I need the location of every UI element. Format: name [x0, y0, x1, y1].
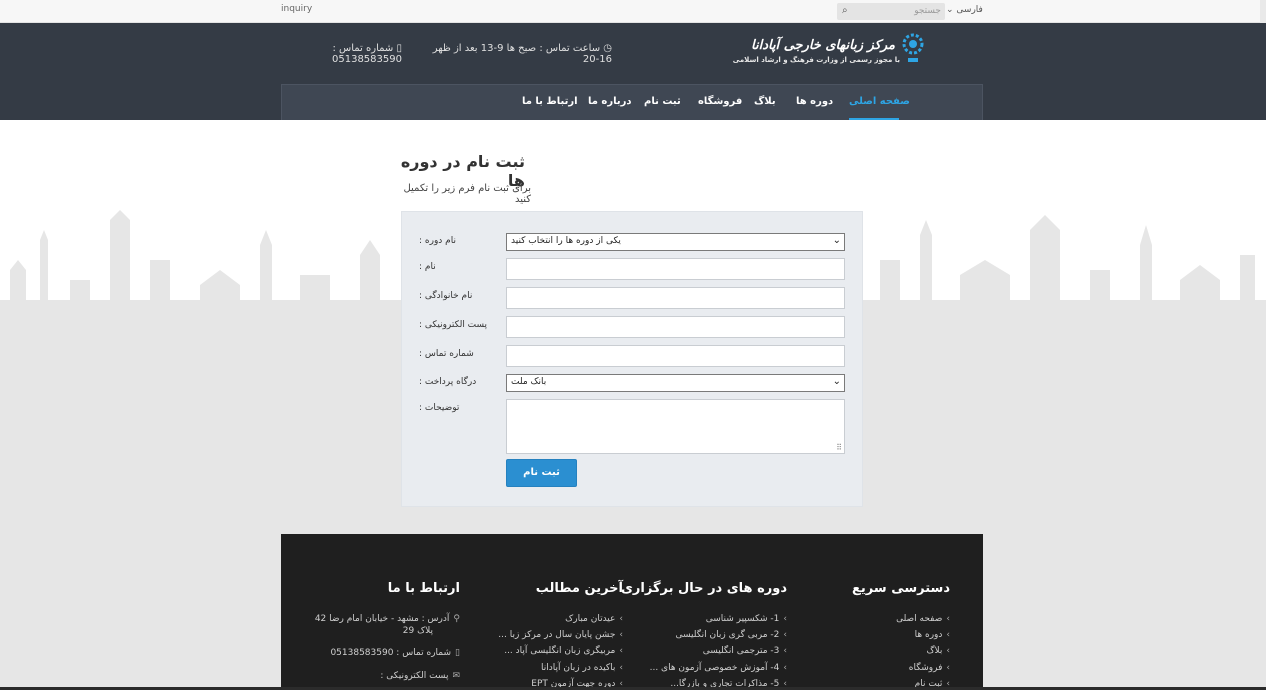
- footer-course-item[interactable]: ›1- شکسپیر شناسی: [706, 614, 787, 624]
- footer-course-item[interactable]: ›3- مترجمی انگلیسی: [703, 646, 787, 656]
- chevron-left-icon: ›: [619, 614, 623, 624]
- gateway-select-value: بانک ملت: [511, 377, 547, 387]
- name-label: نام :: [419, 262, 436, 272]
- mail-icon: ✉: [452, 671, 460, 681]
- footer-contact-title: ارتباط با ما: [387, 581, 460, 596]
- phone-text: شماره تماس : 05138583590: [332, 43, 402, 65]
- nav-blog[interactable]: بلاگ: [754, 96, 776, 107]
- resize-handle-icon[interactable]: ⠿: [836, 443, 842, 452]
- chevron-down-icon: ⌄: [832, 235, 841, 246]
- chevron-left-icon: ›: [783, 614, 787, 624]
- footer-courses-title: دوره های در حال برگزاری: [621, 581, 787, 596]
- chevron-down-icon: ⌄: [946, 5, 957, 15]
- scroll-edge: [1260, 0, 1266, 23]
- footer-phone: ▯شماره تماس : 05138583590: [330, 648, 460, 658]
- nav-home[interactable]: صفحه اصلی: [849, 96, 910, 107]
- contact-hours: ◷ ساعت تماس : صبح ها 9-13 بعد از ظهر 16-…: [430, 43, 612, 65]
- footer-latest-posts-title: آخرین مطالب: [535, 581, 623, 596]
- footer-post-item[interactable]: ›عیدتان مبارک: [565, 614, 623, 624]
- family-label: نام خانوادگی :: [419, 291, 473, 301]
- phone-label: شماره تماس :: [419, 349, 474, 359]
- nav-register[interactable]: ثبت نام: [644, 96, 681, 107]
- footer-link-shop[interactable]: ›فروشگاه: [909, 663, 950, 673]
- name-input[interactable]: [506, 258, 845, 280]
- chevron-left-icon: ›: [946, 646, 950, 656]
- course-select-value: یکی از دوره ها را انتخاب کنید: [511, 236, 621, 246]
- email-label: پست الکترونیکی :: [419, 320, 488, 330]
- course-label: نام دوره :: [419, 236, 456, 246]
- footer-address-line2: پلاک 29: [402, 626, 433, 636]
- chevron-left-icon: ›: [783, 630, 787, 640]
- footer-course-item[interactable]: ›4- آموزش خصوصی آزمون های ...: [650, 663, 787, 673]
- phone-icon: ▯: [396, 43, 402, 54]
- logo-title[interactable]: مرکز زبانهای خارجی آپادانا: [700, 38, 895, 53]
- search-input[interactable]: جستجو: [914, 6, 941, 16]
- footer-email: ✉پست الکترونیکی :: [380, 671, 460, 681]
- top-bar: inquiry ⌕ جستجو ⌄ فارسی: [0, 0, 1266, 23]
- registration-form: نام دوره : یکی از دوره ها را انتخاب کنید…: [401, 211, 863, 507]
- location-pin-icon: ⚲: [453, 614, 460, 624]
- footer-address: ⚲آدرس : مشهد - خیابان امام رضا 42: [314, 614, 460, 624]
- chevron-left-icon: ›: [619, 646, 623, 656]
- footer-post-item[interactable]: ›جشن پایان سال در مرکز زبا ...: [498, 630, 623, 640]
- hours-text: ساعت تماس : صبح ها 9-13 بعد از ظهر 16-20: [432, 43, 612, 65]
- footer-link-home[interactable]: ›صفحه اصلی: [896, 614, 950, 624]
- language-selector[interactable]: ⌄ فارسی: [946, 5, 983, 15]
- footer-post-item[interactable]: ›باکیده در زبان آپادانا: [541, 663, 623, 673]
- submit-button[interactable]: ثبت نام: [506, 459, 577, 487]
- footer-link-courses[interactable]: ›دوره ها: [915, 630, 950, 640]
- phone-input[interactable]: [506, 345, 845, 367]
- gateway-label: درگاه پرداخت :: [419, 377, 477, 387]
- chevron-down-icon: ⌄: [832, 376, 841, 387]
- notes-label: توضیحات :: [419, 403, 460, 413]
- search-box[interactable]: ⌕ جستجو: [837, 3, 945, 20]
- chevron-left-icon: ›: [946, 630, 950, 640]
- search-icon[interactable]: ⌕: [842, 5, 848, 16]
- chevron-left-icon: ›: [619, 663, 623, 673]
- clock-icon: ◷: [603, 43, 612, 54]
- footer-link-blog[interactable]: ›بلاگ: [926, 646, 950, 656]
- nav-shop[interactable]: فروشگاه: [698, 96, 742, 107]
- inquiry-link[interactable]: inquiry: [281, 4, 312, 14]
- active-nav-underline: [849, 118, 899, 120]
- chevron-left-icon: ›: [946, 663, 950, 673]
- nav-about[interactable]: درباره ما: [588, 96, 632, 107]
- logo-subtitle: با مجوز رسمی از وزارت فرهنگ و ارشاد اسلا…: [732, 56, 900, 64]
- family-input[interactable]: [506, 287, 845, 309]
- footer-quick-access-title: دسترسی سریع: [852, 581, 950, 596]
- logo-icon: [902, 33, 924, 62]
- header-phone: ▯ شماره تماس : 05138583590: [280, 43, 402, 65]
- notes-textarea[interactable]: ⠿: [506, 399, 845, 454]
- footer-post-item[interactable]: ›مربیگری زبان انگلیسی آپاد ...: [504, 646, 623, 656]
- course-select[interactable]: یکی از دوره ها را انتخاب کنید ⌄: [506, 233, 845, 251]
- site-header: مرکز زبانهای خارجی آپادانا با مجوز رسمی …: [0, 23, 1266, 120]
- footer-course-item[interactable]: ›2- مربی گری زبان انگلیسی: [675, 630, 787, 640]
- nav-courses[interactable]: دوره ها: [796, 96, 833, 107]
- phone-icon: ▯: [455, 648, 460, 658]
- main-navigation: صفحه اصلی دوره ها بلاگ فروشگاه ثبت نام د…: [281, 84, 983, 120]
- language-label: فارسی: [956, 5, 983, 15]
- chevron-left-icon: ›: [946, 614, 950, 624]
- site-footer: دسترسی سریع ›صفحه اصلی ›دوره ها ›بلاگ ›ف…: [281, 534, 983, 690]
- gateway-select[interactable]: بانک ملت ⌄: [506, 374, 845, 392]
- chevron-left-icon: ›: [783, 663, 787, 673]
- email-input[interactable]: [506, 316, 845, 338]
- chevron-left-icon: ›: [783, 646, 787, 656]
- nav-contact[interactable]: ارتباط با ما: [522, 96, 578, 107]
- page-subtitle: برای ثبت نام فرم زیر را تکمیل کنید: [403, 183, 531, 205]
- chevron-left-icon: ›: [619, 630, 623, 640]
